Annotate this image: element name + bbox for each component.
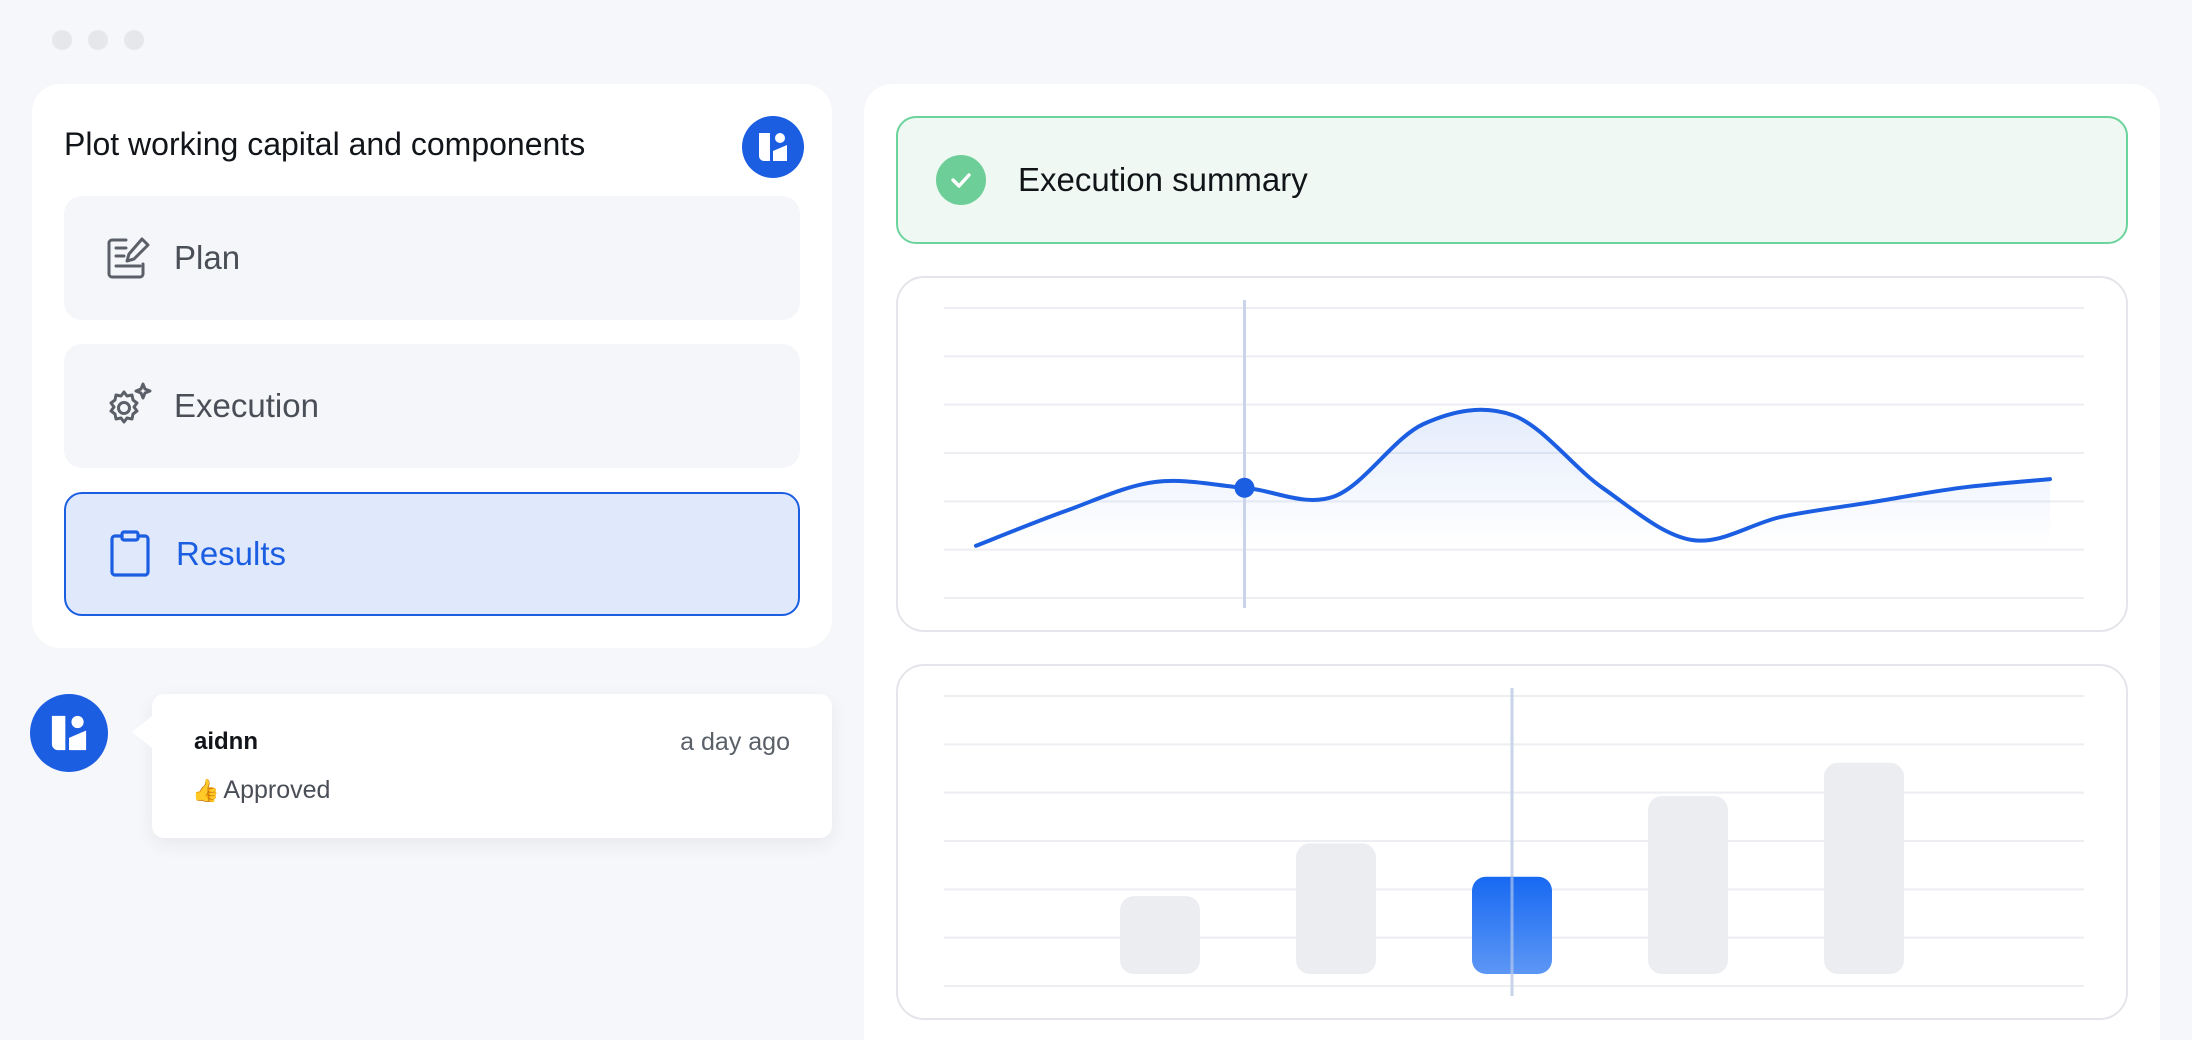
bar (1824, 762, 1904, 974)
window-close-dot[interactable] (52, 30, 72, 50)
brand-logo-icon (759, 133, 787, 161)
line-area (976, 409, 2050, 546)
step-execution[interactable]: Execution (64, 344, 800, 468)
line-chart (944, 300, 2084, 608)
summary-label: Execution summary (1018, 161, 1308, 198)
bar-chart (944, 688, 2084, 996)
thumbs-up-icon: 👍 (192, 777, 220, 803)
comment-timestamp: a day ago (680, 728, 790, 756)
step-plan[interactable]: Plan (64, 196, 800, 320)
step-label: Results (176, 535, 287, 572)
window-controls (52, 30, 144, 50)
bar (1648, 796, 1728, 974)
comment-text: Approved (223, 776, 331, 804)
comment-body: 👍 Approved (192, 776, 330, 805)
clipboard-icon (104, 528, 156, 580)
window-maximize-dot[interactable] (124, 30, 144, 50)
line-chart-card (896, 276, 2128, 632)
gear-sparkle-icon (102, 380, 154, 432)
results-panel: Execution summary (864, 84, 2160, 1040)
step-label: Plan (174, 239, 241, 276)
brand-logo-icon (51, 715, 87, 751)
task-title: Plot working capital and components (64, 126, 586, 162)
brand-avatar (742, 116, 804, 178)
highlight-point (1234, 477, 1255, 498)
execution-summary-banner[interactable]: Execution summary (896, 116, 2128, 244)
task-card: Plot working capital and components Plan… (32, 84, 832, 648)
step-label: Execution (174, 387, 319, 424)
window-minimize-dot[interactable] (88, 30, 108, 50)
comment-author: aidnn (194, 728, 258, 755)
check-circle-icon (936, 155, 986, 205)
step-results[interactable]: Results (64, 492, 800, 616)
bar (1296, 843, 1376, 974)
comment-bubble: aidnn a day ago 👍 Approved (132, 694, 832, 838)
bar-chart-card (896, 664, 2128, 1020)
comment-avatar (30, 694, 108, 772)
edit-icon (102, 232, 154, 284)
bar (1120, 896, 1200, 974)
